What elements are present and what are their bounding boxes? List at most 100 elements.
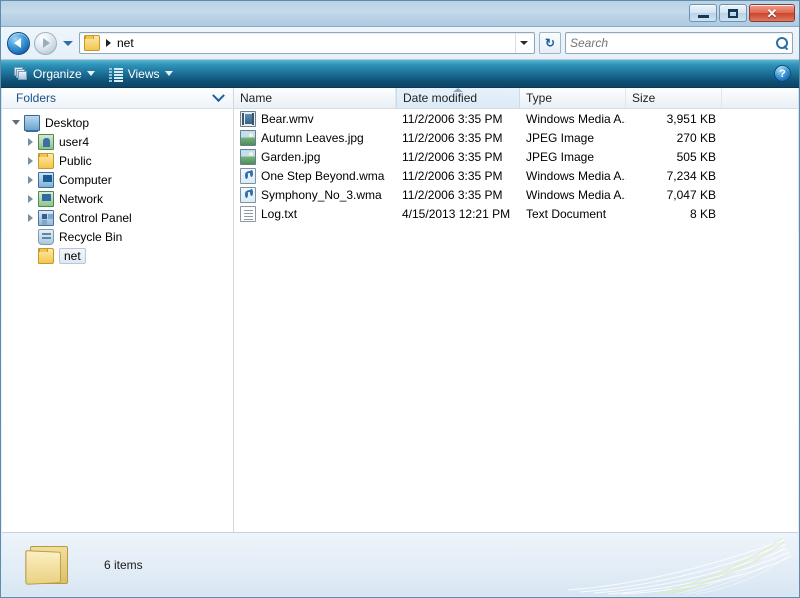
chevron-down-icon [164, 71, 173, 76]
chevron-down-icon [63, 40, 73, 46]
search-input[interactable] [570, 36, 776, 50]
cell-type: Windows Media A... [526, 111, 626, 126]
file-name-label: Garden.jpg [261, 149, 321, 164]
column-header-spacer [722, 88, 798, 108]
close-icon: ✕ [766, 5, 778, 21]
file-name-label: Autumn Leaves.jpg [261, 130, 364, 145]
forward-button[interactable] [34, 31, 57, 55]
folders-pane-header[interactable]: Folders [2, 88, 233, 109]
maximize-button[interactable] [719, 4, 747, 22]
close-button[interactable]: ✕ [749, 4, 795, 22]
help-button[interactable]: ? [774, 65, 791, 82]
search-box[interactable] [565, 32, 793, 54]
tree-item-net[interactable]: net [2, 246, 233, 265]
maximize-icon [728, 8, 738, 18]
table-row[interactable]: One Step Beyond.wma 11/2/2006 3:35 PM Wind… [234, 166, 798, 185]
tree-item-label: Desktop [45, 115, 90, 130]
folder-icon[interactable] [84, 35, 100, 51]
back-button[interactable] [7, 31, 30, 55]
expand-icon[interactable] [22, 213, 38, 222]
table-row[interactable]: Symphony_No_3.wma 11/2/2006 3:35 PM Window… [234, 185, 798, 204]
explorer-window: ✕ net ↻ Search Organize Views ? Folders … [0, 0, 800, 598]
column-header-type-label: Type [526, 91, 553, 105]
window-controls: ✕ [689, 4, 795, 22]
cell-date-modified: 4/15/2013 12:21 PM [402, 206, 511, 221]
audio-file-icon [240, 186, 256, 203]
computer-icon [38, 171, 54, 188]
tree-item-label: Control Panel [59, 210, 132, 225]
tree-item-public[interactable]: Public [2, 151, 233, 170]
tree-item-label: Recycle Bin [59, 229, 123, 244]
tree-item-network[interactable]: Network [2, 189, 233, 208]
help-icon: ? [779, 67, 786, 80]
cell-date-modified: 11/2/2006 3:35 PM [402, 111, 503, 126]
column-header-size[interactable]: Size [626, 88, 722, 108]
folders-pane-title: Folders [16, 91, 57, 105]
refresh-button[interactable]: ↻ [539, 32, 561, 54]
views-label: Views [127, 66, 160, 81]
collapse-icon[interactable] [8, 120, 24, 125]
column-headers: Name Date modified Type Size [234, 88, 798, 109]
search-icon[interactable] [776, 37, 788, 49]
address-bar: net ↻ [1, 27, 799, 60]
file-name-label: Bear.wmv [261, 111, 314, 126]
minimize-button[interactable] [689, 4, 717, 22]
folders-pane: Folders Desktop user4 Public Computer Networ… [2, 88, 234, 532]
tree-item-label: Network [59, 191, 104, 206]
expand-icon[interactable] [22, 175, 38, 184]
recent-pages-button[interactable] [61, 32, 75, 54]
column-header-date-label: Date modified [403, 91, 478, 105]
minimize-icon [697, 14, 709, 18]
cell-size: 505 KB [676, 149, 716, 164]
desktop-icon [24, 114, 40, 132]
chevron-down-icon[interactable] [212, 88, 225, 102]
cell-size: 3,951 KB [666, 111, 716, 126]
content-area: Folders Desktop user4 Public Computer Networ… [2, 88, 798, 532]
table-row[interactable]: Log.txt 4/15/2013 12:21 PM Text Document 8 … [234, 204, 798, 223]
cell-name: Autumn Leaves.jpg [234, 129, 396, 146]
tree-item-desktop[interactable]: Desktop [2, 113, 233, 132]
cell-name: Log.txt [234, 205, 396, 222]
tree-item-control-panel[interactable]: Control Panel [2, 208, 233, 227]
chevron-down-icon [86, 71, 95, 76]
tree-item-computer[interactable]: Computer [2, 170, 233, 189]
recycle-bin-icon [38, 228, 54, 245]
address-dropdown-button[interactable] [515, 33, 532, 53]
cell-date-modified: 11/2/2006 3:35 PM [402, 168, 503, 183]
refresh-icon: ↻ [544, 36, 556, 50]
tree-item-recycle-bin[interactable]: Recycle Bin [2, 227, 233, 246]
item-count-label: 6 items [104, 557, 143, 572]
organize-button[interactable]: Organize [7, 63, 102, 85]
tree-item-user4[interactable]: user4 [2, 132, 233, 151]
column-header-date-modified[interactable]: Date modified [396, 88, 520, 108]
arrow-left-icon [14, 38, 21, 48]
table-row[interactable]: Autumn Leaves.jpg 11/2/2006 3:35 PM JPEG I… [234, 128, 798, 147]
sort-ascending-icon [453, 88, 463, 92]
table-row[interactable]: Garden.jpg 11/2/2006 3:35 PM JPEG Image 505… [234, 147, 798, 166]
arrow-right-icon [43, 38, 50, 48]
views-button[interactable]: Views [102, 63, 180, 85]
column-header-name[interactable]: Name [234, 88, 396, 108]
image-file-icon [240, 129, 256, 146]
table-row[interactable]: Bear.wmv 11/2/2006 3:35 PM Windows Media A… [234, 109, 798, 128]
file-name-label: One Step Beyond.wma [261, 168, 385, 183]
breadcrumb-item-net[interactable]: net [117, 36, 134, 50]
address-input[interactable]: net [79, 32, 535, 54]
audio-file-icon [240, 167, 256, 184]
cell-name: Bear.wmv [234, 110, 396, 127]
cell-name: One Step Beyond.wma [234, 167, 396, 184]
chevron-down-icon [520, 41, 528, 45]
status-bar: 6 items [2, 532, 798, 596]
expand-icon[interactable] [22, 156, 38, 165]
expand-icon[interactable] [22, 137, 38, 146]
expand-icon[interactable] [22, 194, 38, 203]
tree-item-label: user4 [59, 134, 90, 149]
file-list-pane: Name Date modified Type Size Bear.wmv 11/… [234, 88, 798, 532]
image-file-icon [240, 148, 256, 165]
column-header-type[interactable]: Type [520, 88, 626, 108]
views-icon [108, 67, 123, 82]
cell-type: Windows Media A... [526, 187, 626, 202]
cell-size: 7,234 KB [666, 168, 716, 183]
cell-type: JPEG Image [526, 149, 595, 164]
file-name-label: Symphony_No_3.wma [261, 187, 382, 202]
